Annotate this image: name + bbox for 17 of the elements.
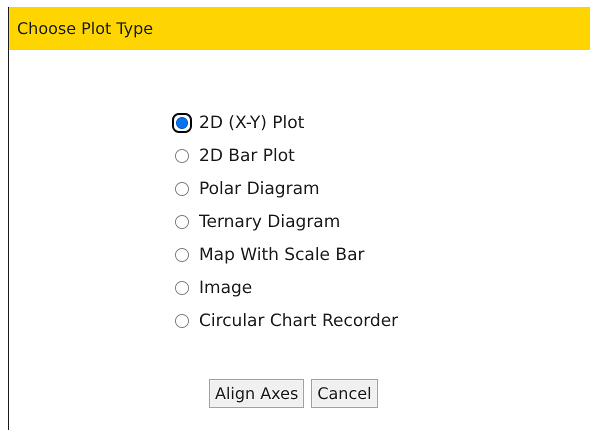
option-label[interactable]: 2D Bar Plot [199, 146, 295, 166]
radio-button[interactable] [175, 314, 189, 328]
option-label[interactable]: Map With Scale Bar [199, 244, 364, 264]
option-label[interactable]: Polar Diagram [199, 178, 320, 198]
radio-button[interactable] [175, 280, 189, 294]
radio-button[interactable] [175, 148, 189, 162]
dialog-button[interactable]: Cancel [311, 379, 378, 408]
radio-button[interactable] [175, 248, 189, 262]
dialog-title: Choose Plot Type [17, 19, 154, 38]
radio-button[interactable] [175, 214, 189, 228]
radio-button[interactable] [172, 112, 192, 132]
radio-button[interactable] [175, 182, 189, 196]
option-label[interactable]: Image [199, 278, 252, 298]
dialog-button[interactable]: Align Axes [209, 379, 304, 408]
option-label[interactable]: Ternary Diagram [199, 212, 340, 232]
option-label[interactable]: 2D (X-Y) Plot [199, 112, 304, 132]
option-label[interactable]: Circular Chart Recorder [199, 310, 398, 330]
